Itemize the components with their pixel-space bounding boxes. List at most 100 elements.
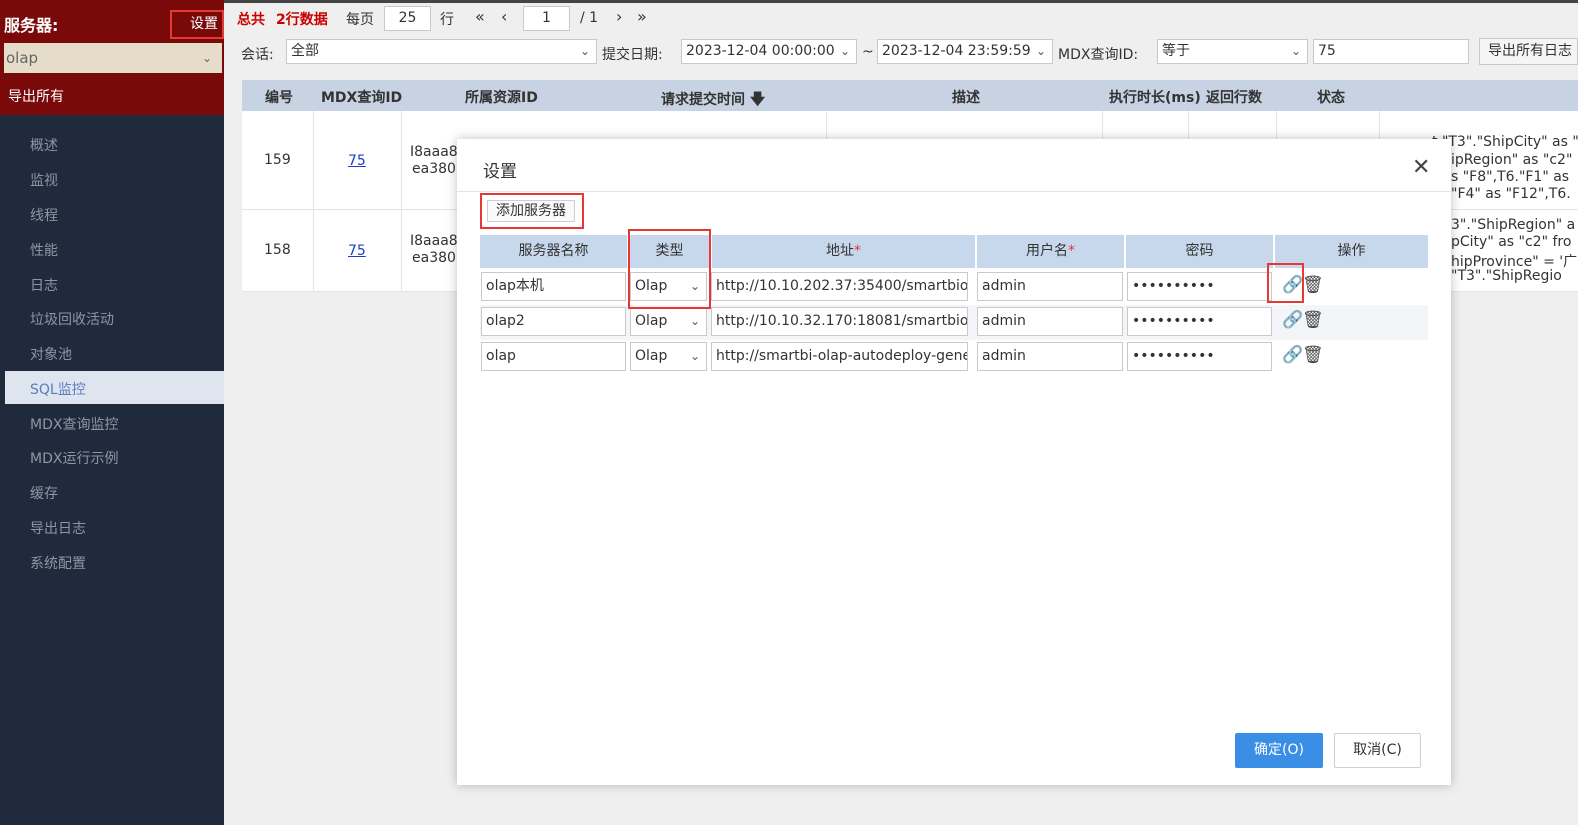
dialog-divider — [457, 191, 1451, 192]
sidebar-item-threads[interactable]: 线程 — [30, 205, 58, 225]
sidebar-item-logs[interactable]: 日志 — [30, 275, 58, 295]
per-page-input[interactable]: 25 — [384, 6, 431, 31]
row-id: 158 — [264, 242, 291, 258]
col-header-password: 密码 — [1126, 235, 1273, 268]
chevron-down-icon: ⌄ — [839, 44, 850, 58]
server-row: olap本机 Olap ⌄ http://10.10.202.37:35400/… — [480, 270, 1428, 305]
link-test-icon[interactable]: 🔗 — [1282, 275, 1303, 295]
page-input[interactable]: 1 — [523, 6, 570, 31]
sidebar-item-overview[interactable]: 概述 — [30, 135, 58, 155]
session-select-value: 全部 — [291, 43, 319, 59]
server-address-input[interactable]: http://10.10.32.170:18081/smartbiolap — [711, 307, 968, 336]
chevron-down-icon: ⌄ — [689, 349, 700, 363]
chevron-down-icon: ⌄ — [689, 279, 700, 293]
grid-header: 编号 MDX查询ID 所属资源ID 请求提交时间 🡇 描述 执行时长(ms) 返… — [242, 80, 1578, 111]
link-test-icon[interactable]: 🔗 — [1282, 345, 1303, 365]
export-all-logs-button[interactable]: 导出所有日志 — [1479, 38, 1578, 65]
rows-unit-label: 行 — [440, 12, 454, 28]
server-type-select[interactable]: Olap ⌄ — [630, 307, 707, 336]
date-from-select[interactable]: 2023-12-04 00:00:00 ⌄ — [681, 39, 857, 64]
sql-text: ipRegion" as "c2" — [1451, 152, 1573, 168]
row-resource-id: I8aaa8 — [410, 233, 458, 249]
server-select[interactable]: olap ⌄ — [4, 43, 222, 73]
mdx-id-operator-value: 等于 — [1162, 43, 1190, 59]
server-label: 服务器: — [4, 16, 59, 35]
date-range-separator: ~ — [862, 44, 874, 60]
server-name-input[interactable]: olap本机 — [481, 272, 626, 301]
first-page-icon[interactable]: « — [475, 7, 485, 26]
sql-text: t "T3"."ShipCity" as " — [1432, 134, 1578, 150]
required-mark: * — [854, 243, 861, 259]
total-rows: 2行数据 — [276, 12, 328, 28]
col-header-username-label: 用户名 — [1026, 243, 1068, 259]
settings-button[interactable]: 设置 — [170, 10, 224, 39]
required-mark: * — [1068, 243, 1075, 259]
server-address-input[interactable]: http://smartbi-olap-autodeploy-general — [711, 342, 968, 371]
export-all-link[interactable]: 导出所有 — [8, 86, 64, 106]
col-header-submit-time-label: 请求提交时间 — [661, 92, 745, 108]
col-header-server-name: 服务器名称 — [480, 235, 627, 268]
server-password-input[interactable]: •••••••••• — [1127, 272, 1272, 301]
sidebar-item-performance[interactable]: 性能 — [30, 240, 58, 260]
sidebar-item-gc[interactable]: 垃圾回收活动 — [30, 309, 114, 329]
row-resource-id: I8aaa8 — [410, 144, 458, 160]
ok-button[interactable]: 确定(O) — [1235, 733, 1323, 768]
col-header-username: 用户名* — [977, 235, 1124, 268]
add-server-button[interactable]: 添加服务器 — [487, 200, 575, 222]
server-password-input[interactable]: •••••••••• — [1127, 342, 1272, 371]
sidebar-item-sql-monitor[interactable]: SQL监控 — [30, 379, 86, 399]
per-page-label: 每页 — [346, 12, 374, 28]
server-username-input[interactable]: admin — [977, 272, 1123, 301]
sidebar-item-cache[interactable]: 缓存 — [30, 483, 58, 503]
window-top-border — [0, 0, 1578, 3]
sql-text: pCity" as "c2" fro — [1451, 234, 1572, 250]
session-select[interactable]: 全部 ⌄ — [286, 39, 597, 64]
server-row: olap Olap ⌄ http://smartbi-olap-autodepl… — [480, 340, 1428, 375]
server-type-value: Olap — [635, 348, 668, 364]
server-type-value: Olap — [635, 313, 668, 329]
cancel-button[interactable]: 取消(C) — [1334, 733, 1421, 768]
server-name-input[interactable]: olap2 — [481, 307, 626, 336]
sort-down-icon: 🡇 — [749, 90, 766, 108]
col-header-status: 状态 — [1317, 90, 1345, 106]
server-select-value: olap — [6, 49, 39, 67]
col-header-description: 描述 — [952, 90, 980, 106]
server-address-input[interactable]: http://10.10.202.37:35400/smartbiolap — [711, 272, 968, 301]
last-page-icon[interactable]: » — [637, 7, 647, 26]
server-password-input[interactable]: •••••••••• — [1127, 307, 1272, 336]
chevron-down-icon: ⌄ — [201, 51, 212, 65]
date-to-select[interactable]: 2023-12-04 23:59:59 ⌄ — [877, 39, 1053, 64]
server-name-input[interactable]: olap — [481, 342, 626, 371]
sidebar: 服务器: 设置 olap ⌄ 导出所有 概述 监视 线程 性能 日志 垃圾回收活… — [0, 0, 224, 825]
trash-icon[interactable]: 🗑 — [1302, 275, 1324, 295]
prev-page-icon[interactable]: ‹ — [501, 7, 507, 26]
date-from-value: 2023-12-04 00:00:00 — [686, 43, 835, 59]
mdx-id-operator-select[interactable]: 等于 ⌄ — [1157, 39, 1308, 64]
server-type-value: Olap — [635, 278, 668, 294]
close-icon[interactable]: ✕ — [1412, 155, 1430, 180]
next-page-icon[interactable]: › — [616, 7, 622, 26]
server-type-select[interactable]: Olap ⌄ — [630, 272, 707, 301]
row-resource-id: ea380 — [412, 250, 456, 266]
trash-icon[interactable]: 🗑 — [1302, 310, 1324, 330]
sidebar-item-export-logs[interactable]: 导出日志 — [30, 518, 86, 538]
sidebar-item-object-pool[interactable]: 对象池 — [30, 344, 72, 364]
server-type-select[interactable]: Olap ⌄ — [630, 342, 707, 371]
trash-icon[interactable]: 🗑 — [1302, 345, 1324, 365]
row-id: 159 — [264, 152, 291, 168]
sidebar-item-system-config[interactable]: 系统配置 — [30, 553, 86, 573]
server-username-input[interactable]: admin — [977, 342, 1123, 371]
mdx-id-input[interactable]: 75 — [1313, 39, 1469, 64]
sidebar-item-mdx-query-monitor[interactable]: MDX查询监控 — [30, 414, 118, 434]
sidebar-item-mdx-examples[interactable]: MDX运行示例 — [30, 448, 118, 468]
chevron-down-icon: ⌄ — [1035, 44, 1046, 58]
link-test-icon[interactable]: 🔗 — [1282, 310, 1303, 330]
col-header-address-label: 地址 — [826, 243, 854, 259]
server-username-input[interactable]: admin — [977, 307, 1123, 336]
row-mdx-id-link[interactable]: 75 — [348, 243, 366, 259]
sidebar-item-monitor[interactable]: 监视 — [30, 170, 58, 190]
row-resource-id: ea380 — [412, 161, 456, 177]
page-total: / 1 — [580, 10, 599, 26]
row-mdx-id-link[interactable]: 75 — [348, 153, 366, 169]
server-header: 服务器: 设置 olap ⌄ 导出所有 — [0, 0, 224, 115]
